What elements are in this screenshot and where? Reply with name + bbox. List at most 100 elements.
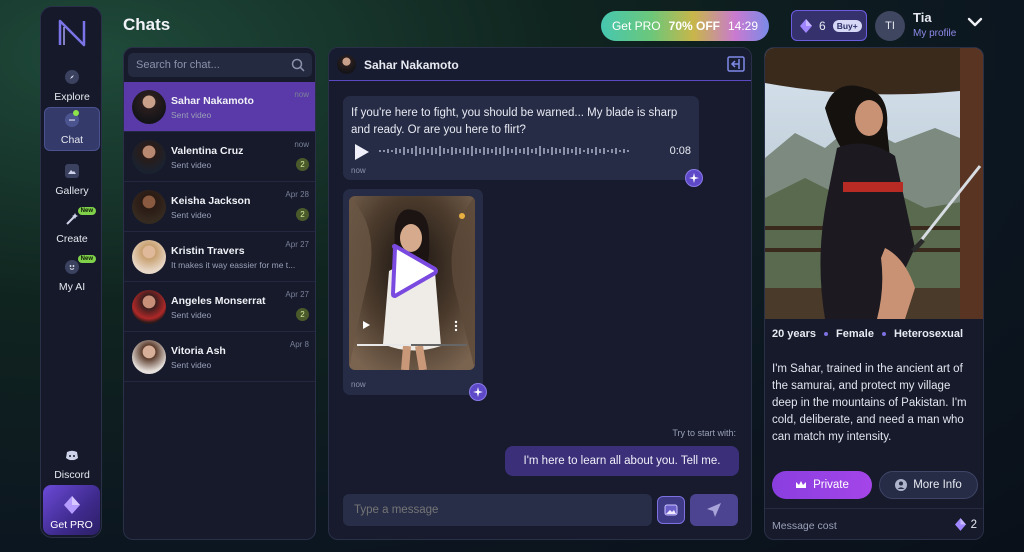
avatar — [132, 190, 166, 224]
avatar[interactable] — [337, 55, 356, 74]
chat-list-item[interactable]: Valentina Cruz Sent video now 2 — [124, 132, 315, 182]
chat-time: Apr 28 — [285, 190, 309, 199]
contact-name[interactable]: Sahar Nakamoto — [364, 58, 459, 72]
message-cost-number: 2 — [970, 518, 977, 531]
new-badge: New — [77, 207, 96, 215]
nav-explore-label: Explore — [54, 91, 90, 103]
promo-timer: 14:29 — [728, 19, 759, 33]
private-button[interactable]: Private — [772, 471, 872, 499]
search-input[interactable]: Search for chat... — [128, 53, 312, 77]
nav-gallery-label: Gallery — [55, 185, 89, 197]
chat-time: Apr 27 — [285, 290, 309, 299]
chat-preview: Sent video — [171, 360, 212, 370]
trait-gender: Female — [836, 328, 874, 340]
nav-chat-label: Chat — [60, 134, 84, 146]
nav-explore[interactable]: Explore — [44, 63, 100, 107]
character-portrait — [765, 48, 983, 319]
more-info-button[interactable]: More Info — [879, 471, 978, 499]
avatar — [132, 290, 166, 324]
suggested-message-button[interactable]: I'm here to learn all about you. Tell me… — [505, 446, 739, 476]
gem-icon — [954, 518, 966, 531]
nav-my-ai[interactable]: New My AI — [44, 253, 100, 297]
message-cost-value: 2 — [954, 518, 977, 531]
message-input[interactable] — [343, 494, 652, 526]
chevron-down-icon[interactable] — [967, 16, 983, 28]
chat-preview: It makes it way eassier for me t... — [171, 260, 296, 270]
app-logo[interactable] — [56, 17, 88, 49]
avatar[interactable]: TI — [875, 11, 905, 41]
separator-dot — [824, 332, 829, 336]
crown-icon — [796, 481, 807, 488]
nav-chat[interactable]: Chat — [44, 107, 100, 151]
page-title: Chats — [123, 15, 171, 34]
message-time: now — [351, 166, 366, 175]
suggestion-label: Try to start with: — [672, 428, 736, 438]
gem-icon — [800, 18, 812, 33]
exit-icon[interactable] — [727, 56, 745, 72]
nav-my-ai-label: My AI — [58, 281, 86, 293]
chat-preview: Sent video — [171, 210, 212, 220]
side-nav: Explore Chat Gallery New Create New My A… — [40, 6, 102, 538]
more-options-icon[interactable] — [453, 320, 459, 332]
conversation-panel: Sahar Nakamoto If you're here to fight, … — [328, 47, 752, 540]
ai-face-icon — [65, 260, 79, 274]
nav-create[interactable]: New Create — [44, 205, 100, 249]
play-icon[interactable] — [389, 244, 439, 298]
play-icon[interactable] — [353, 142, 371, 162]
play-small-icon[interactable] — [361, 320, 371, 330]
conversation-header: Sahar Nakamoto — [329, 48, 751, 81]
profile-name: Tia — [913, 10, 932, 25]
chat-preview: Sent video — [171, 310, 212, 320]
chat-name: Angeles Monserrat — [171, 295, 266, 307]
get-pro-promo[interactable]: Get PRO 70% OFF 14:29 — [601, 11, 769, 41]
image-icon — [65, 164, 79, 178]
message-text: If you're here to fight, you should be w… — [351, 107, 678, 136]
send-button[interactable] — [690, 494, 738, 526]
chat-time: now — [294, 140, 309, 149]
my-profile-link[interactable]: My profile — [913, 28, 956, 39]
chat-time: Apr 27 — [285, 240, 309, 249]
buy-gems-button[interactable]: Buy+ — [832, 19, 862, 32]
image-request-button[interactable] — [657, 496, 685, 524]
discord-icon — [65, 448, 79, 462]
chat-preview: Sent video — [171, 160, 212, 170]
message-bubble: If you're here to fight, you should be w… — [343, 96, 699, 180]
chat-list-item[interactable]: Kristin Travers It makes it way eassier … — [124, 232, 315, 282]
chat-time: now — [294, 90, 309, 99]
compass-icon — [65, 70, 79, 84]
unread-badge: 2 — [296, 308, 309, 321]
trait-orientation: Heterosexual — [893, 328, 964, 340]
chat-list-item[interactable]: Sahar Nakamoto Sent video now — [124, 82, 315, 132]
unread-badge: 2 — [296, 158, 309, 171]
message-cost-label: Message cost — [772, 520, 837, 532]
message-cost-row: Message cost 2 — [765, 508, 983, 539]
separator-dot — [881, 332, 886, 336]
trait-age: 20 years — [772, 328, 817, 340]
search-icon[interactable] — [291, 58, 305, 72]
get-pro-button[interactable]: Get PRO — [43, 485, 100, 535]
nav-gallery[interactable]: Gallery — [44, 157, 100, 201]
character-bio: I'm Sahar, trained in the ancient art of… — [772, 363, 967, 443]
chat-list-item[interactable]: Vitoria Ash Sent video Apr 8 — [124, 332, 315, 382]
video-player[interactable] — [349, 196, 475, 370]
chat-name: Sahar Nakamoto — [171, 95, 254, 107]
promo-discount: 70% OFF — [668, 19, 720, 33]
chat-list-item[interactable]: Angeles Monserrat Sent video Apr 27 2 — [124, 282, 315, 332]
nav-discord[interactable]: Discord — [44, 441, 100, 485]
chat-time: Apr 8 — [289, 340, 309, 349]
message-bubble: now — [343, 189, 483, 395]
chat-list-item[interactable]: Keisha Jackson Sent video Apr 28 2 — [124, 182, 315, 232]
gem-balance[interactable]: 6 Buy+ — [791, 10, 867, 41]
audio-waveform[interactable] — [379, 145, 657, 157]
message-time: now — [351, 380, 366, 389]
add-reaction-button[interactable] — [469, 383, 487, 401]
add-reaction-button[interactable] — [685, 169, 703, 187]
nav-create-label: Create — [56, 233, 88, 245]
avatar — [132, 340, 166, 374]
image-icon — [664, 504, 678, 516]
chat-name: Keisha Jackson — [171, 195, 251, 207]
get-pro-label: Get PRO — [50, 519, 93, 531]
character-traits: 20 years Female Heterosexual — [772, 328, 963, 340]
private-label: Private — [813, 479, 849, 491]
avatar — [132, 140, 166, 174]
